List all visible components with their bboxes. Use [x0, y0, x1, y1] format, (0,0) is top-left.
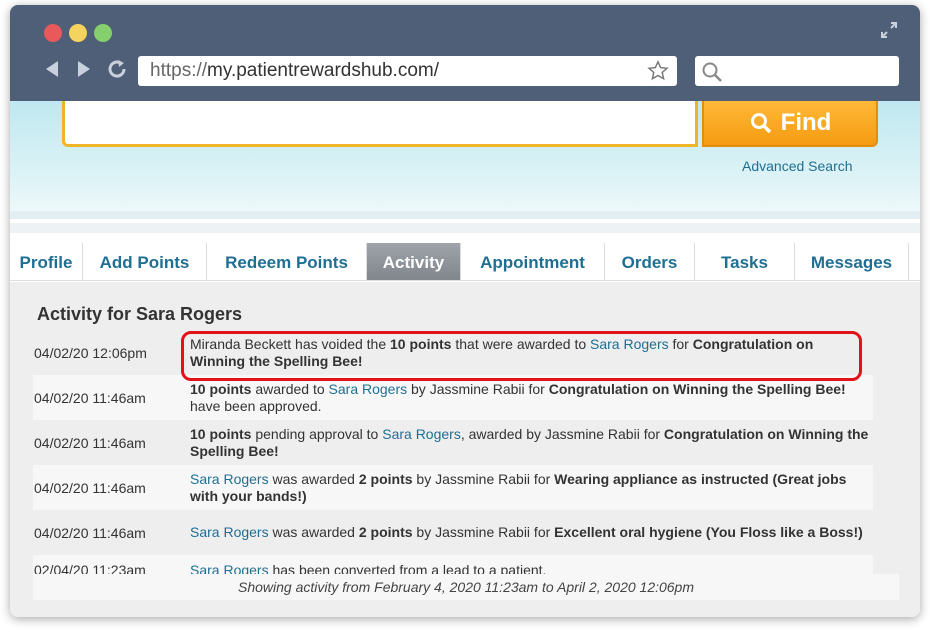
divider — [10, 211, 920, 219]
activity-text: by Jassmine Rabii for — [412, 524, 555, 540]
activity-date: 04/02/20 11:46am — [34, 434, 146, 451]
activity-description: 10 points pending approval to Sara Roger… — [190, 426, 873, 460]
activity-text: have been approved. — [190, 397, 322, 414]
points-detail: Congratulation on Winning the Spelling B… — [548, 380, 846, 397]
maximize-window-button[interactable] — [94, 24, 112, 42]
tab-messages[interactable]: Messages — [795, 243, 909, 280]
minimize-window-button[interactable] — [69, 24, 87, 42]
activity-date: 04/02/20 12:06pm — [34, 344, 147, 361]
activity-text: , awarded by Jassmine Rabii for — [460, 425, 664, 442]
patient-search-input[interactable] — [62, 101, 698, 147]
url-protocol: https:// — [150, 60, 208, 81]
points-detail: 10 points — [390, 335, 452, 352]
points-detail: 2 points — [358, 524, 413, 540]
activity-text: for — [668, 335, 693, 352]
patient-link[interactable]: Sara Rogers — [190, 524, 269, 540]
advanced-search-link[interactable]: Advanced Search — [742, 158, 853, 174]
close-window-button[interactable] — [44, 24, 62, 42]
tab-orders[interactable]: Orders — [605, 243, 695, 280]
page-content: Find Advanced Search Profile Add Points Re… — [10, 101, 920, 617]
address-bar[interactable]: https://my.patientrewardshub.com/ — [138, 56, 677, 86]
activity-description: Miranda Beckett has voided the 10 points… — [190, 336, 873, 370]
patient-tabs: Profile Add Points Redeem Points Activity Ap… — [10, 243, 920, 281]
activity-text: by Jassmine Rabii for — [407, 380, 549, 397]
activity-row: 04/02/20 11:46am Sara Rogers was awarded … — [33, 465, 873, 510]
activity-text: was awarded — [268, 470, 359, 487]
activity-list: 04/02/20 12:06pm Miranda Beckett has void… — [33, 330, 873, 585]
magnifier-icon — [750, 113, 771, 134]
patient-link[interactable]: Sara Rogers — [590, 336, 669, 352]
activity-text: pending approval to — [251, 425, 383, 442]
browser-window: https://my.patientrewardshub.com/ Find A… — [10, 5, 920, 617]
patient-link[interactable]: Sara Rogers — [382, 426, 461, 442]
activity-description: Sara Rogers was awarded 2 points by Jass… — [190, 524, 873, 541]
patient-link[interactable]: Sara Rogers — [329, 381, 408, 397]
activity-text: by Jassmine Rabii for — [412, 470, 555, 487]
activity-date: 04/02/20 11:46am — [34, 389, 146, 406]
fullscreen-icon[interactable] — [880, 21, 898, 39]
activity-row: 04/02/20 11:46am 10 points awarded to Sar… — [33, 375, 873, 420]
activity-row: 04/02/20 11:46am 10 points pending approv… — [33, 420, 873, 465]
activity-range-note: Showing activity from February 4, 2020 1… — [33, 574, 899, 600]
divider — [10, 223, 920, 233]
browser-chrome: https://my.patientrewardshub.com/ — [10, 5, 920, 101]
points-detail: 2 points — [358, 470, 413, 487]
activity-text: was awarded — [268, 524, 359, 540]
tab-redeem-points[interactable]: Redeem Points — [207, 243, 367, 280]
reload-icon[interactable] — [106, 58, 128, 80]
search-icon — [702, 62, 722, 82]
bookmark-star-icon[interactable] — [647, 60, 669, 82]
points-detail: 10 points — [190, 425, 252, 442]
activity-date: 04/02/20 11:46am — [34, 524, 146, 541]
tab-tasks[interactable]: Tasks — [695, 243, 795, 280]
back-arrow-icon[interactable] — [44, 60, 60, 78]
tab-profile[interactable]: Profile — [10, 243, 83, 280]
points-detail: Excellent oral hygiene (You Floss like a… — [554, 524, 863, 540]
tab-activity[interactable]: Activity — [367, 243, 461, 280]
activity-panel: Activity for Sara Rogers 04/02/20 12:06p… — [10, 282, 920, 617]
activity-text: awarded to — [251, 380, 329, 397]
activity-description: Sara Rogers was awarded 2 points by Jass… — [190, 471, 873, 505]
patient-link[interactable]: Sara Rogers — [190, 471, 269, 487]
find-button[interactable]: Find — [702, 101, 878, 147]
search-header: Find Advanced Search — [10, 101, 920, 211]
activity-text: Miranda Beckett has voided the — [190, 335, 391, 352]
url-host: my.patientrewardshub.com/ — [207, 60, 440, 81]
activity-row: 04/02/20 11:46am Sara Rogers was awarded … — [33, 510, 873, 555]
forward-arrow-icon[interactable] — [76, 60, 92, 78]
tab-appointment[interactable]: Appointment — [461, 243, 605, 280]
activity-description: 10 points awarded to Sara Rogers by Jass… — [190, 381, 873, 415]
points-detail: 10 points — [190, 380, 252, 397]
find-button-label: Find — [780, 109, 832, 136]
activity-row: 04/02/20 12:06pm Miranda Beckett has void… — [33, 330, 873, 375]
activity-date: 04/02/20 11:46am — [34, 479, 146, 496]
browser-search-field[interactable] — [695, 56, 899, 86]
tab-add-points[interactable]: Add Points — [83, 243, 207, 280]
activity-text: that were awarded to — [451, 335, 591, 352]
activity-title: Activity for Sara Rogers — [37, 304, 243, 324]
